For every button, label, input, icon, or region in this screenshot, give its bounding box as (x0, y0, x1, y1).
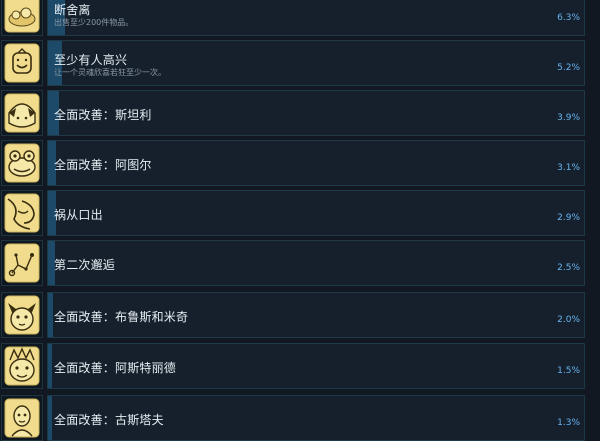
achievement-card: 全面改善：阿图尔 3.1% (47, 140, 585, 186)
achievement-description: 出售至少200件物品。 (54, 18, 134, 27)
stanley-portrait-icon (1, 90, 43, 136)
achievement-percent: 3.9% (557, 113, 580, 123)
achievement-title: 第二次邂逅 (54, 258, 116, 272)
achievement-row[interactable]: 全面改善：古斯塔夫 1.3% (0, 395, 600, 441)
achievement-title: 全面改善：布鲁斯和米奇 (54, 310, 189, 324)
achievement-percent: 2.5% (557, 263, 580, 273)
achievement-title: 全面改善：阿图尔 (54, 158, 152, 172)
progress-fill (48, 293, 54, 337)
achievement-row[interactable]: 第二次邂逅 2.5% (0, 240, 600, 286)
achievement-row[interactable]: 全面改善：阿斯特丽德 1.5% (0, 343, 600, 389)
achievement-percent: 2.0% (557, 315, 580, 325)
achievement-card: 至少有人高兴 让一个灵魂欣喜若狂至少一次。 5.2% (47, 40, 585, 86)
achievement-title: 全面改善：斯坦利 (54, 108, 152, 122)
achievement-card: 全面改善：古斯塔夫 1.3% (47, 395, 585, 441)
treasure-pile-icon (1, 0, 43, 36)
achievement-row[interactable]: 全面改善：阿图尔 3.1% (0, 140, 600, 186)
achievement-row[interactable]: 全面改善：斯坦利 3.9% (0, 90, 600, 136)
achievement-row[interactable]: 至少有人高兴 让一个灵魂欣喜若狂至少一次。 5.2% (0, 40, 600, 86)
atul-frog-portrait-icon (1, 140, 43, 186)
achievement-description: 让一个灵魂欣喜若狂至少一次。 (54, 68, 166, 77)
open-mouth-icon (1, 190, 43, 236)
achievement-card: 全面改善：斯坦利 3.9% (47, 90, 585, 136)
happy-lantern-icon (1, 40, 43, 86)
achievement-row[interactable]: 全面改善：布鲁斯和米奇 2.0% (0, 292, 600, 338)
bruce-and-mickey-portrait-icon (1, 292, 43, 338)
achievement-card: 断舍离 出售至少200件物品。 6.3% (47, 0, 585, 36)
progress-fill (48, 396, 52, 440)
achievement-title: 祸从口出 (54, 208, 103, 222)
gustav-portrait-icon (1, 395, 43, 441)
progress-fill (48, 344, 52, 388)
achievement-card: 第二次邂逅 2.5% (47, 240, 585, 286)
achievement-percent: 6.3% (557, 13, 580, 23)
achievement-row[interactable]: 祸从口出 2.9% (0, 190, 600, 236)
achievement-percent: 3.1% (557, 163, 580, 173)
achievement-percent: 1.3% (557, 418, 580, 428)
achievement-title: 全面改善：阿斯特丽德 (54, 361, 177, 375)
achievement-card: 祸从口出 2.9% (47, 190, 585, 236)
achievement-card: 全面改善：阿斯特丽德 1.5% (47, 343, 585, 389)
constellation-icon (1, 240, 43, 286)
achievement-percent: 1.5% (557, 366, 580, 376)
achievement-card: 全面改善：布鲁斯和米奇 2.0% (47, 292, 585, 338)
achievement-title: 全面改善：古斯塔夫 (54, 413, 164, 427)
achievement-percent: 5.2% (557, 63, 580, 73)
achievement-row[interactable]: 断舍离 出售至少200件物品。 6.3% (0, 0, 600, 36)
achievement-percent: 2.9% (557, 213, 580, 223)
achievement-title: 断舍离 (54, 3, 91, 17)
astrid-portrait-icon (1, 343, 43, 389)
achievement-title: 至少有人高兴 (54, 53, 128, 67)
achievement-list: 断舍离 出售至少200件物品。 6.3% 至少有人高兴 让一个灵魂欣喜若狂至少一… (0, 0, 600, 441)
